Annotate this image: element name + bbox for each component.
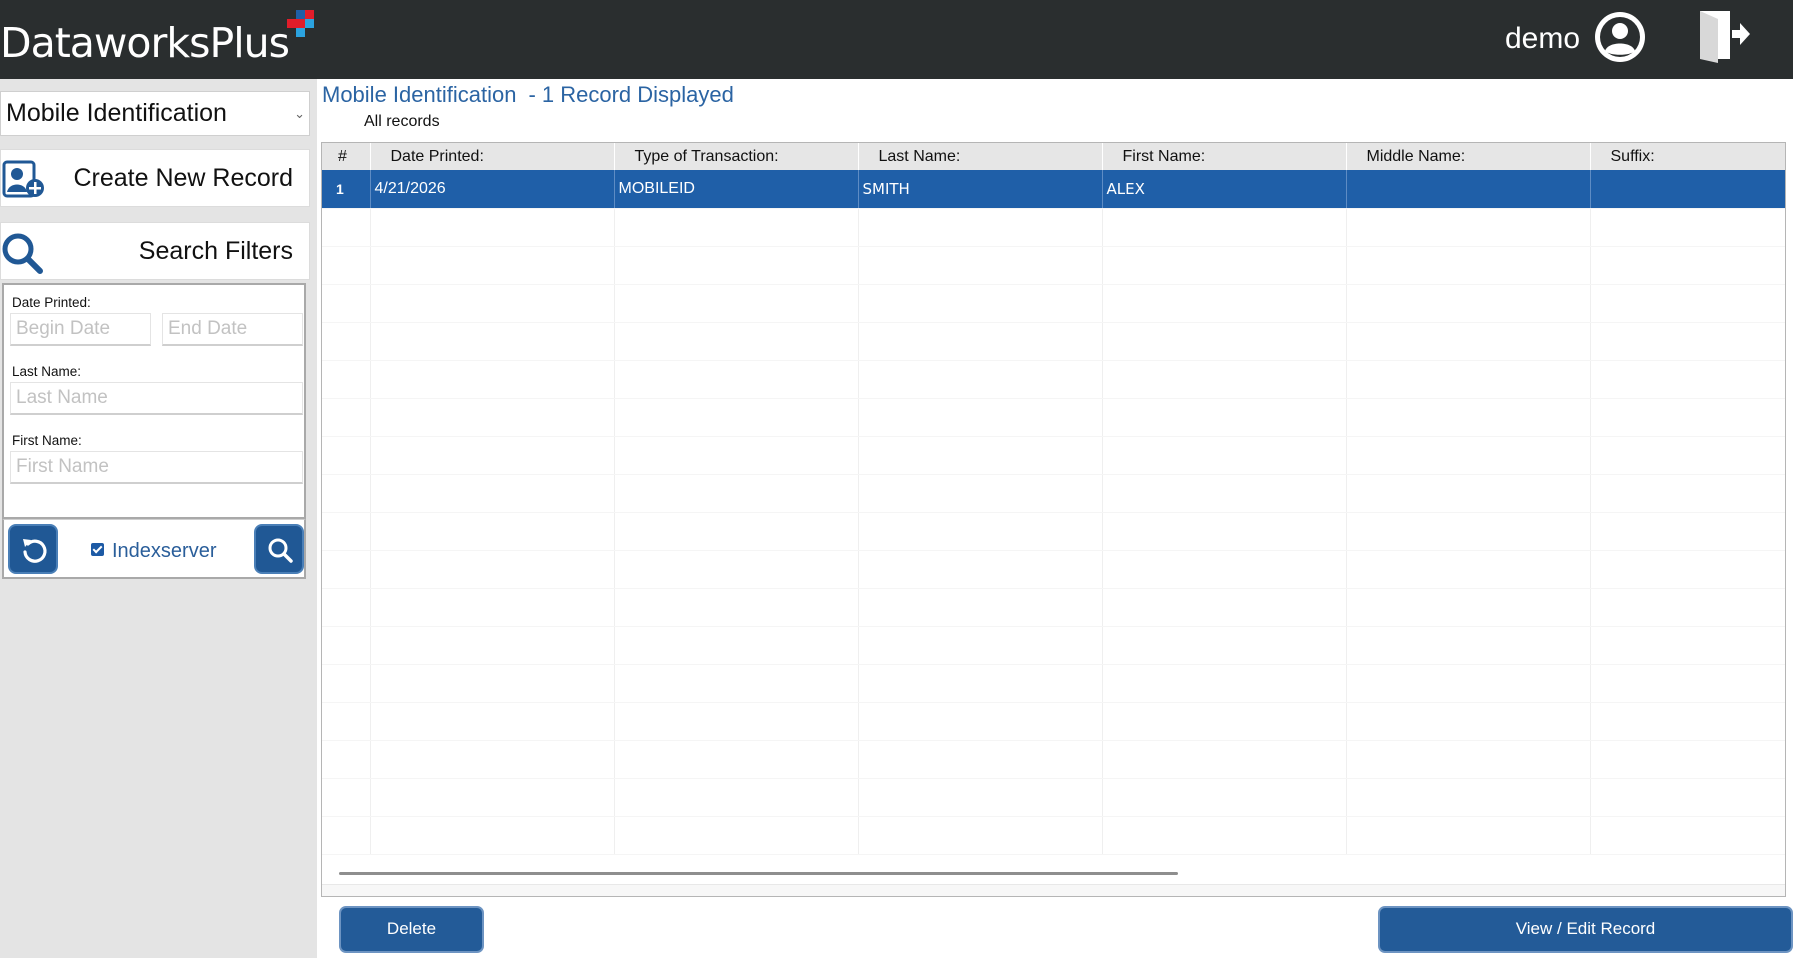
create-new-record-button[interactable]: Create New Record (0, 149, 310, 207)
apply-search-button[interactable] (254, 524, 304, 574)
checkbox-checked-icon[interactable] (91, 543, 104, 557)
table-row[interactable]: 1 4/21/2026 MOBILEID SMITH ALEX (322, 170, 1785, 209)
date-printed-cell[interactable]: 4/21/2026 (370, 170, 615, 209)
last-name-cell[interactable]: SMITH (858, 170, 1103, 209)
column-header[interactable]: # (322, 143, 371, 170)
add-user-icon (2, 160, 44, 198)
logo-text: DataworksPlus (0, 19, 290, 67)
table-header-row: # Date Printed: Type of Transaction: Las… (322, 143, 1785, 170)
transaction-type-cell[interactable]: MOBILEID (614, 170, 859, 209)
module-select[interactable]: Mobile Identification ⌄ (0, 91, 310, 136)
column-header[interactable]: First Name: (1102, 143, 1347, 170)
search-filters-panel: Date Printed: Last Name: First Name: (2, 283, 306, 519)
dataworksplus-logo: DataworksPlus (0, 10, 314, 68)
reset-icon (23, 539, 47, 563)
horizontal-scrollbar[interactable] (339, 872, 1178, 875)
search-icon (2, 233, 43, 274)
middle-name-cell[interactable] (1346, 170, 1591, 209)
last-name-input[interactable] (10, 382, 303, 415)
horizontal-scroll-track[interactable] (322, 884, 1785, 896)
logout-door-icon[interactable] (1696, 9, 1752, 63)
records-table: # Date Printed: Type of Transaction: Las… (322, 143, 1785, 855)
records-filter-subtitle: All records (364, 113, 440, 130)
search-filters-label: Search Filters (138, 237, 293, 265)
sidebar: Mobile Identification ⌄ Create New Recor… (0, 79, 317, 958)
first-name-input[interactable] (10, 451, 303, 484)
module-select-value: Mobile Identification (6, 99, 227, 127)
search-filters-button[interactable]: Search Filters (0, 222, 310, 280)
search-icon (268, 538, 293, 563)
create-new-record-label: Create New Record (73, 164, 293, 192)
first-name-cell[interactable]: ALEX (1102, 170, 1347, 209)
end-date-input[interactable] (162, 313, 303, 346)
first-name-label: First Name: (12, 433, 82, 448)
row-number-cell[interactable]: 1 (322, 170, 371, 209)
begin-date-input[interactable] (10, 313, 151, 346)
column-header[interactable]: Suffix: (1590, 143, 1785, 170)
last-name-label: Last Name: (12, 364, 82, 379)
indexserver-checkbox[interactable]: Indexserver (91, 540, 217, 563)
chevron-down-icon[interactable]: ⌄ (294, 106, 305, 122)
filter-actions-bar: Indexserver (2, 519, 306, 579)
record-count: - 1 Record Displayed (528, 82, 734, 107)
reset-filters-button[interactable] (8, 524, 58, 574)
column-header[interactable]: Date Printed: (370, 143, 615, 170)
username-label[interactable]: demo (1505, 18, 1580, 60)
empty-grid-rows (322, 208, 1785, 855)
page-title: Mobile Identification - 1 Record Displaye… (322, 82, 734, 108)
column-header[interactable]: Middle Name: (1346, 143, 1591, 170)
user-circle-icon[interactable] (1593, 10, 1647, 64)
records-grid: # Date Printed: Type of Transaction: Las… (321, 142, 1786, 897)
module-title: Mobile Identification (322, 82, 517, 107)
date-printed-label: Date Printed: (12, 295, 91, 310)
suffix-cell[interactable] (1590, 170, 1785, 209)
logo-squares-icon (287, 10, 324, 38)
indexserver-label: Indexserver (112, 540, 217, 562)
column-header[interactable]: Last Name: (858, 143, 1103, 170)
app-header: DataworksPlus demo (0, 0, 1793, 79)
view-edit-record-button[interactable]: View / Edit Record (1378, 906, 1793, 953)
delete-button[interactable]: Delete (339, 906, 484, 953)
column-header[interactable]: Type of Transaction: (614, 143, 859, 170)
